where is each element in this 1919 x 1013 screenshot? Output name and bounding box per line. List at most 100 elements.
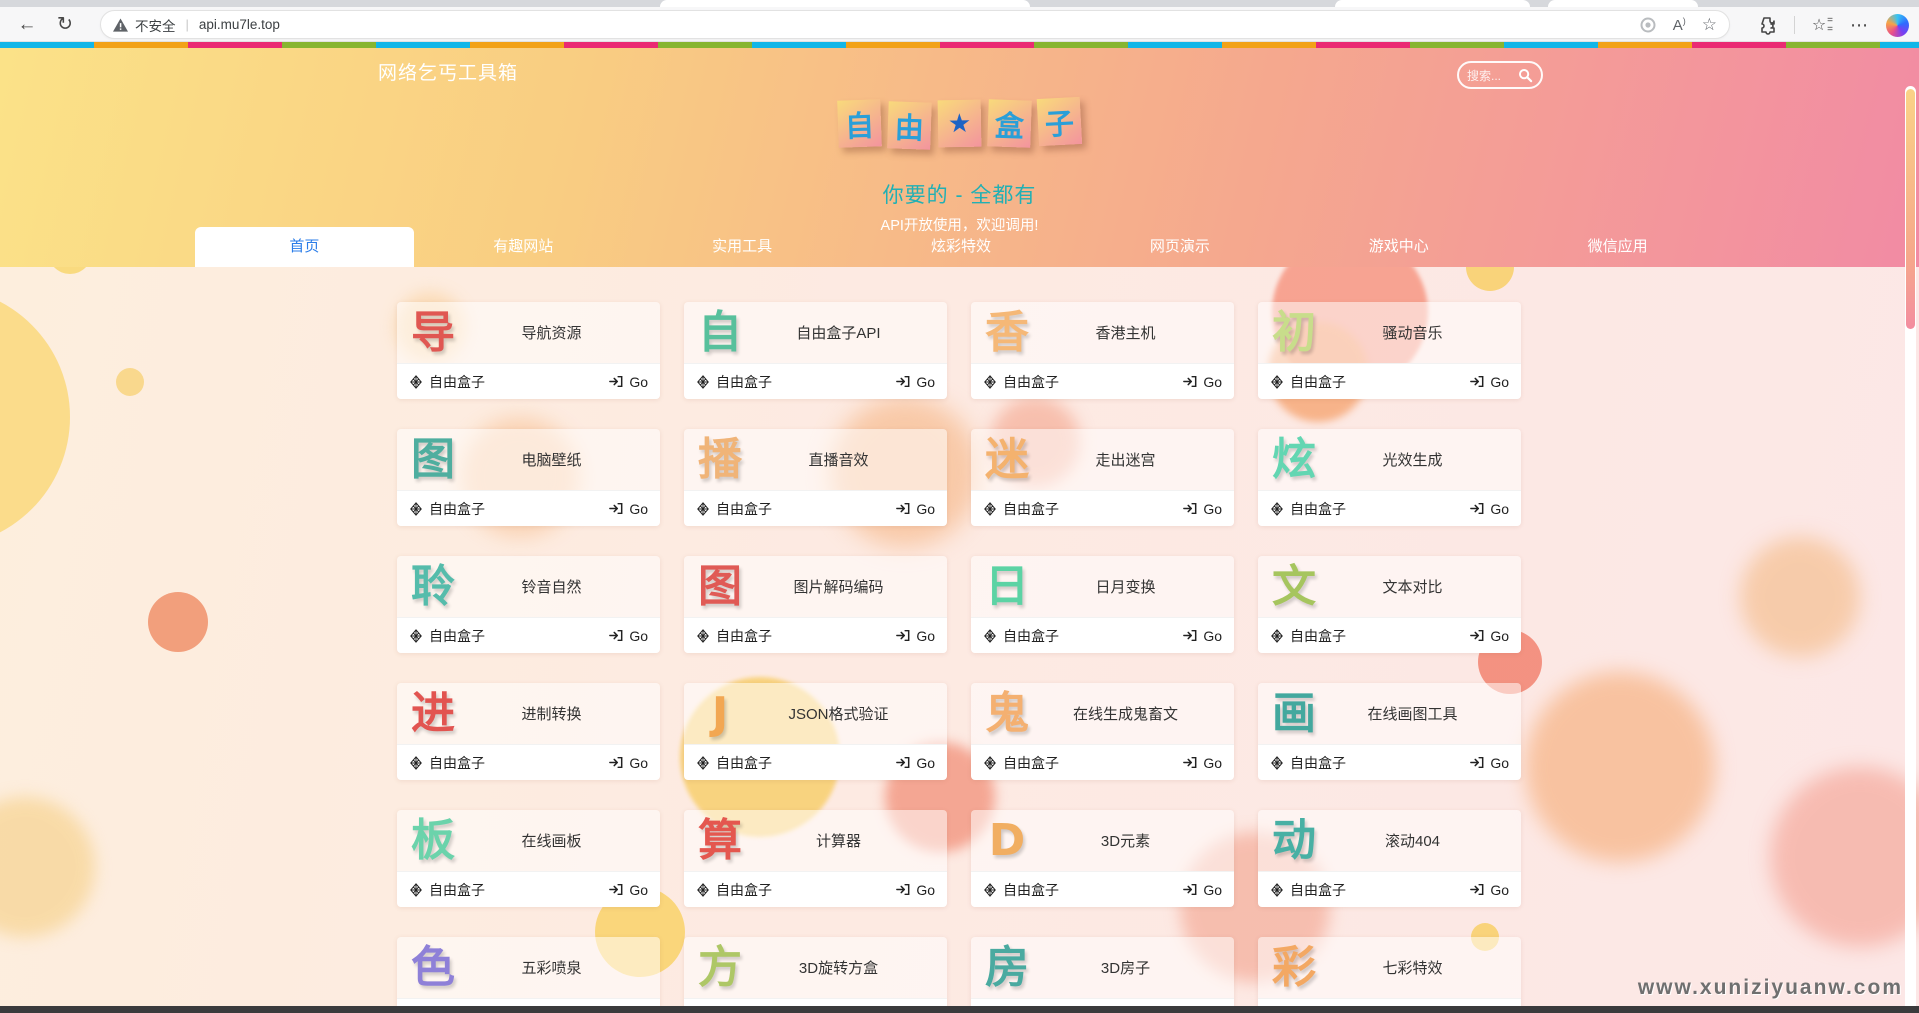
favorite-star-icon[interactable]: ☆: [1702, 15, 1717, 35]
tool-card[interactable]: 房 3D房子 自由盒子 Go: [971, 937, 1234, 1006]
search-input[interactable]: 搜索...: [1457, 61, 1543, 89]
nav-tab[interactable]: 实用工具: [633, 227, 852, 267]
copilot-icon[interactable]: [1886, 13, 1909, 37]
page-scrollbar[interactable]: [1905, 86, 1916, 1006]
back-button[interactable]: ←: [12, 10, 42, 40]
read-aloud-icon[interactable]: A): [1673, 16, 1686, 34]
go-link[interactable]: Go: [1470, 501, 1509, 517]
address-bar[interactable]: 不安全 | api.mu7le.top A) ☆: [100, 10, 1730, 39]
browser-essentials-icon[interactable]: [1639, 16, 1657, 34]
tool-card[interactable]: 初 骚动音乐 自由盒子 Go: [1258, 302, 1521, 399]
go-label: Go: [1203, 500, 1222, 517]
refresh-button[interactable]: ↻: [50, 10, 80, 40]
extensions-icon[interactable]: [1757, 15, 1777, 35]
source-link[interactable]: 自由盒子: [983, 372, 1059, 392]
browser-tab[interactable]: [660, 0, 1030, 7]
go-link[interactable]: Go: [1183, 882, 1222, 898]
source-link[interactable]: 自由盒子: [409, 372, 485, 392]
tool-card[interactable]: 导 导航资源 自由盒子 Go: [397, 302, 660, 399]
source-link[interactable]: 自由盒子: [409, 626, 485, 646]
tool-card[interactable]: 播 直播音效 自由盒子 Go: [684, 429, 947, 526]
source-link[interactable]: 自由盒子: [696, 499, 772, 519]
tool-card[interactable]: 聆 铃音自然 自由盒子 Go: [397, 556, 660, 653]
sign-in-arrow-icon: [609, 756, 623, 769]
go-link[interactable]: Go: [1470, 628, 1509, 644]
source-link[interactable]: 自由盒子: [1270, 753, 1346, 773]
tool-title: 3D元素: [1100, 833, 1151, 850]
source-link[interactable]: 自由盒子: [1270, 880, 1346, 900]
go-link[interactable]: Go: [609, 755, 648, 771]
source-link[interactable]: 自由盒子: [696, 626, 772, 646]
browser-tab[interactable]: [1335, 0, 1530, 7]
nav-tab[interactable]: 网页演示: [1070, 227, 1289, 267]
nav-tab[interactable]: 游戏中心: [1289, 227, 1508, 267]
nav-tab[interactable]: 有趣网站: [414, 227, 633, 267]
go-label: Go: [629, 373, 648, 390]
go-link[interactable]: Go: [1470, 374, 1509, 390]
tool-card[interactable]: 色 五彩喷泉 自由盒子 Go: [397, 937, 660, 1006]
tool-card-footer: 自由盒子 Go: [971, 490, 1234, 526]
decorative-circle: [116, 368, 144, 396]
source-link[interactable]: 自由盒子: [696, 372, 772, 392]
tool-card[interactable]: 自 自由盒子API 自由盒子 Go: [684, 302, 947, 399]
tool-card[interactable]: 板 在线画板 自由盒子 Go: [397, 810, 660, 907]
source-link[interactable]: 自由盒子: [696, 880, 772, 900]
source-label: 自由盒子: [1003, 373, 1059, 390]
source-link[interactable]: 自由盒子: [409, 499, 485, 519]
favorites-bar-icon[interactable]: ☆ = =: [1812, 15, 1833, 35]
source-link[interactable]: 自由盒子: [983, 753, 1059, 773]
source-link[interactable]: 自由盒子: [696, 753, 772, 773]
go-link[interactable]: Go: [609, 628, 648, 644]
go-link[interactable]: Go: [609, 374, 648, 390]
tool-card[interactable]: 迷 走出迷宫 自由盒子 Go: [971, 429, 1234, 526]
go-link[interactable]: Go: [896, 882, 935, 898]
tool-card[interactable]: 彩 七彩特效 自由盒子 Go: [1258, 937, 1521, 1006]
tool-card[interactable]: 方 3D旋转方盒 自由盒子 Go: [684, 937, 947, 1006]
tool-card[interactable]: 日 日月变换 自由盒子 Go: [971, 556, 1234, 653]
tool-card[interactable]: D 3D元素 自由盒子 Go: [971, 810, 1234, 907]
go-link[interactable]: Go: [896, 374, 935, 390]
tool-card[interactable]: 炫 光效生成 自由盒子 Go: [1258, 429, 1521, 526]
tool-card-footer: 自由盒子 Go: [1258, 871, 1521, 907]
go-link[interactable]: Go: [1470, 755, 1509, 771]
sign-in-arrow-icon: [896, 375, 910, 388]
go-link[interactable]: Go: [896, 755, 935, 771]
source-link[interactable]: 自由盒子: [983, 880, 1059, 900]
tool-card[interactable]: 香 香港主机 自由盒子 Go: [971, 302, 1234, 399]
source-link[interactable]: 自由盒子: [983, 626, 1059, 646]
nav-tab[interactable]: 炫彩特效: [852, 227, 1071, 267]
tool-card[interactable]: 画 在线画图工具 自由盒子 Go: [1258, 683, 1521, 780]
tool-card[interactable]: J JSON格式验证 自由盒子 Go: [684, 683, 947, 780]
tool-title: 滚动404: [1384, 833, 1441, 850]
go-link[interactable]: Go: [896, 501, 935, 517]
go-link[interactable]: Go: [1183, 755, 1222, 771]
tool-card[interactable]: 动 滚动404 自由盒子 Go: [1258, 810, 1521, 907]
tool-card[interactable]: 进 进制转换 自由盒子 Go: [397, 683, 660, 780]
tool-card[interactable]: 图 电脑壁纸 自由盒子 Go: [397, 429, 660, 526]
go-link[interactable]: Go: [1183, 501, 1222, 517]
go-link[interactable]: Go: [609, 501, 648, 517]
go-link[interactable]: Go: [609, 882, 648, 898]
source-link[interactable]: 自由盒子: [409, 880, 485, 900]
tool-card[interactable]: 文 文本对比 自由盒子 Go: [1258, 556, 1521, 653]
source-link[interactable]: 自由盒子: [983, 499, 1059, 519]
source-link[interactable]: 自由盒子: [1270, 626, 1346, 646]
source-link[interactable]: 自由盒子: [1270, 372, 1346, 392]
search-icon[interactable]: [1518, 68, 1533, 83]
tool-title: 骚动音乐: [1382, 325, 1443, 342]
source-link[interactable]: 自由盒子: [1270, 499, 1346, 519]
go-link[interactable]: Go: [1470, 882, 1509, 898]
tool-card[interactable]: 算 计算器 自由盒子 Go: [684, 810, 947, 907]
tool-card[interactable]: 图 图片解码编码 自由盒子 Go: [684, 556, 947, 653]
tool-card[interactable]: 鬼 在线生成鬼畜文 自由盒子 Go: [971, 683, 1234, 780]
tool-title: JSON格式验证: [788, 706, 889, 723]
go-link[interactable]: Go: [1183, 374, 1222, 390]
nav-tab[interactable]: 首页: [195, 227, 414, 267]
go-link[interactable]: Go: [896, 628, 935, 644]
go-link[interactable]: Go: [1183, 628, 1222, 644]
nav-tab[interactable]: 微信应用: [1508, 227, 1727, 267]
more-menu-icon[interactable]: ⋯: [1850, 15, 1869, 36]
browser-tab[interactable]: [1548, 0, 1698, 7]
scrollbar-thumb[interactable]: [1906, 89, 1915, 329]
source-link[interactable]: 自由盒子: [409, 753, 485, 773]
